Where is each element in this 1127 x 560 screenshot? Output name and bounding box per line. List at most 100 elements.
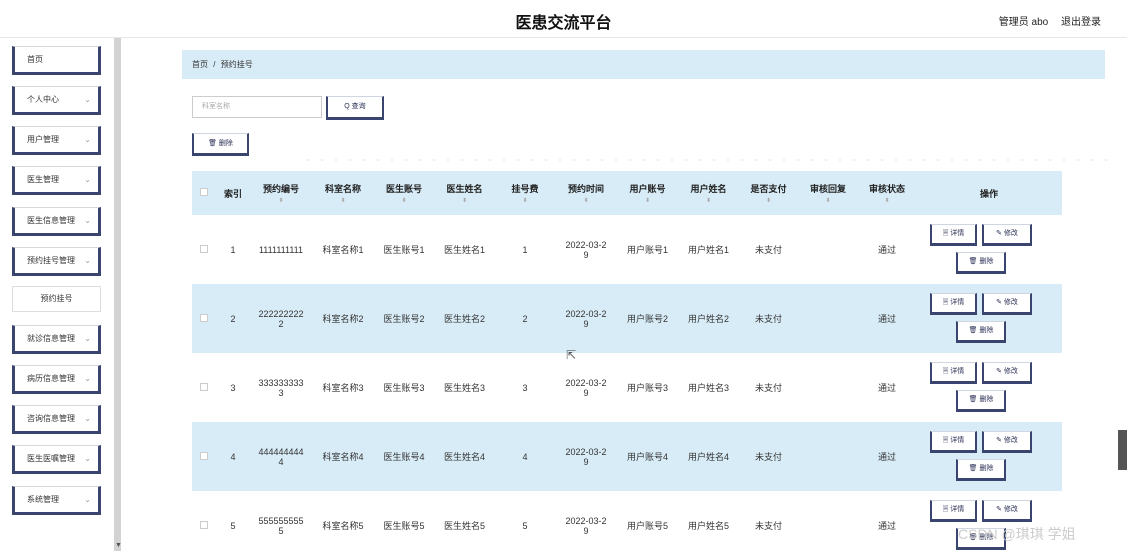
table-row: 1 1111111111 科室名称1 医生账号1 医生姓名1 1 2022-03-29 用户账… <box>192 215 1062 284</box>
sort-icon[interactable]: ⬍ <box>555 197 617 204</box>
cell-dept: 科室名称5 <box>322 521 364 531</box>
top-bar: 医患交流平台 管理员 abo 退出登录 <box>0 0 1127 38</box>
delete-button[interactable]: 🗑 删除 <box>956 458 1006 481</box>
row-checkbox[interactable] <box>200 382 208 391</box>
sort-icon[interactable]: ⬍ <box>434 197 495 204</box>
dept-name-search-input[interactable]: 科室名称 <box>192 96 322 118</box>
detail-button[interactable]: 🗏 详情 <box>930 223 977 246</box>
column-header[interactable]: 预约时间 ⬍ <box>555 171 617 215</box>
breadcrumb-home[interactable]: 首页 <box>192 60 208 69</box>
edit-button[interactable]: ✎ 修改 <box>982 499 1032 522</box>
column-header-label: 挂号费 <box>511 184 539 194</box>
cell-dept: 科室名称3 <box>322 383 364 393</box>
sidebar-scrollbar[interactable]: ▼ <box>114 38 122 551</box>
sort-icon[interactable]: ⬍ <box>858 197 916 204</box>
cell-user-name: 用户姓名1 <box>687 245 729 255</box>
detail-button[interactable]: 🗏 详情 <box>930 430 977 453</box>
cell-user-name: 用户姓名4 <box>678 422 739 491</box>
cell-status: 通过 <box>858 284 916 353</box>
cell-fee: 2 <box>495 284 555 353</box>
batch-delete-button[interactable]: 🗑 删除 <box>192 133 249 156</box>
detail-button[interactable]: 🗏 详情 <box>930 361 977 384</box>
column-header[interactable]: 用户姓名 ⬍ <box>678 171 739 215</box>
sidebar-item[interactable]: 医生信息管理 ⌄ <box>12 207 101 236</box>
column-header[interactable]: 审核状态 ⬍ <box>858 171 916 215</box>
sidebar-item[interactable]: 用户管理 ⌄ <box>12 126 101 155</box>
edit-button[interactable]: ✎ 修改 <box>982 430 1032 453</box>
sidebar-item-label: 首页 <box>27 55 43 64</box>
row-select-cell <box>192 353 216 422</box>
app-title: 医患交流平台 <box>515 15 612 32</box>
cell-status: 通过 <box>858 422 916 491</box>
sidebar-item[interactable]: 医生医嘱管理 ⌄ <box>12 445 101 474</box>
sidebar-item[interactable]: 预约挂号管理 ⌄ <box>12 247 101 276</box>
cell-time: 2022-03-29 <box>555 284 617 353</box>
sidebar-item-label: 咨询信息管理 <box>27 414 75 423</box>
breadcrumb-separator: / <box>213 60 216 69</box>
sort-icon[interactable]: ⬍ <box>495 197 555 204</box>
row-checkbox[interactable] <box>200 313 208 322</box>
sidebar-item[interactable]: 预约挂号 <box>12 286 101 312</box>
sidebar: ▼ 首页 个人中心 ⌄ 用户管理 ⌄ 医生管理 ⌄ 医生信息管理 ⌄ 预约挂号管理 ⌄ 预约挂号 就诊信… <box>0 38 122 551</box>
sidebar-item[interactable]: 医生管理 ⌄ <box>12 166 101 195</box>
cell-actions: 🗏 详情 ✎ 修改 🗑 删除 <box>916 215 1062 284</box>
edge-tab[interactable] <box>1118 430 1127 470</box>
row-checkbox[interactable] <box>200 451 208 460</box>
delete-button[interactable]: 🗑 删除 <box>956 389 1006 412</box>
column-header-label: 医生姓名 <box>446 184 483 194</box>
row-actions: 🗏 详情 ✎ 修改 🗑 删除 <box>916 358 1062 418</box>
cell-paid: 未支付 <box>754 245 782 255</box>
cell-paid: 未支付 <box>754 383 782 393</box>
table-row: 3 3333333333 科室名称3 医生账号3 医生姓名3 3 2022-03-29 用户账… <box>192 353 1062 422</box>
delete-button[interactable]: 🗑 删除 <box>956 251 1006 274</box>
sidebar-item[interactable]: 系统管理 ⌄ <box>12 486 101 515</box>
chevron-down-icon: ⌄ <box>84 175 91 184</box>
sort-icon[interactable]: ⬍ <box>617 197 678 204</box>
select-all-header <box>192 171 216 215</box>
cell-paid: 未支付 <box>754 521 782 531</box>
sidebar-item[interactable]: 病历信息管理 ⌄ <box>12 365 101 394</box>
column-header-label: 科室名称 <box>324 184 361 194</box>
sort-icon[interactable]: ⬍ <box>739 197 798 204</box>
row-actions: 🗏 详情 ✎ 修改 🗑 删除 <box>916 289 1062 349</box>
cell-idx: 5 <box>230 520 236 531</box>
row-checkbox[interactable] <box>200 244 208 253</box>
row-checkbox[interactable] <box>200 520 208 529</box>
logout-link[interactable]: 退出登录 <box>1061 17 1101 28</box>
edit-button[interactable]: ✎ 修改 <box>982 223 1032 246</box>
row-actions: 🗏 详情 ✎ 修改 🗑 删除 <box>916 427 1062 487</box>
column-header[interactable]: 用户账号 ⬍ <box>617 171 678 215</box>
sidebar-item[interactable]: 个人中心 ⌄ <box>12 86 101 115</box>
select-all-checkbox[interactable] <box>200 188 208 196</box>
sort-icon[interactable]: ⬍ <box>798 197 858 204</box>
column-header[interactable]: 科室名称 ⬍ <box>312 171 374 215</box>
sidebar-item[interactable]: 咨询信息管理 ⌄ <box>12 405 101 434</box>
detail-button[interactable]: 🗏 详情 <box>930 499 977 522</box>
detail-button[interactable]: 🗏 详情 <box>930 292 977 315</box>
cell-user-acc: 用户账号3 <box>626 383 668 393</box>
sidebar-item-label: 预约挂号管理 <box>27 256 75 265</box>
cell-actions: 🗏 详情 ✎ 修改 🗑 删除 <box>916 353 1062 422</box>
column-header[interactable]: 医生账号 ⬍ <box>374 171 434 215</box>
sidebar-item[interactable]: 就诊信息管理 ⌄ <box>12 325 101 354</box>
column-header[interactable]: 挂号费 ⬍ <box>495 171 555 215</box>
edit-button[interactable]: ✎ 修改 <box>982 361 1032 384</box>
column-header[interactable]: 是否支付 ⬍ <box>739 171 798 215</box>
sort-icon[interactable]: ⬍ <box>678 197 739 204</box>
sort-icon[interactable]: ⬍ <box>250 197 312 204</box>
cell-reply <box>798 215 858 284</box>
column-header[interactable]: 医生姓名 ⬍ <box>434 171 495 215</box>
sidebar-item[interactable]: 首页 <box>12 46 101 75</box>
sort-icon[interactable]: ⬍ <box>312 197 374 204</box>
breadcrumb-current: 预约挂号 <box>220 60 253 69</box>
cell-user-name: 用户姓名5 <box>687 521 729 531</box>
row-select-cell <box>192 491 216 560</box>
cell-dept: 科室名称2 <box>312 284 374 353</box>
edit-button[interactable]: ✎ 修改 <box>982 292 1032 315</box>
delete-button[interactable]: 🗑 删除 <box>956 320 1006 343</box>
chevron-down-icon: ⌄ <box>84 135 91 144</box>
column-header[interactable]: 预约编号 ⬍ <box>250 171 312 215</box>
sort-icon[interactable]: ⬍ <box>374 197 434 204</box>
column-header[interactable]: 审核回复 ⬍ <box>798 171 858 215</box>
query-button[interactable]: Q 查询 <box>326 96 384 120</box>
